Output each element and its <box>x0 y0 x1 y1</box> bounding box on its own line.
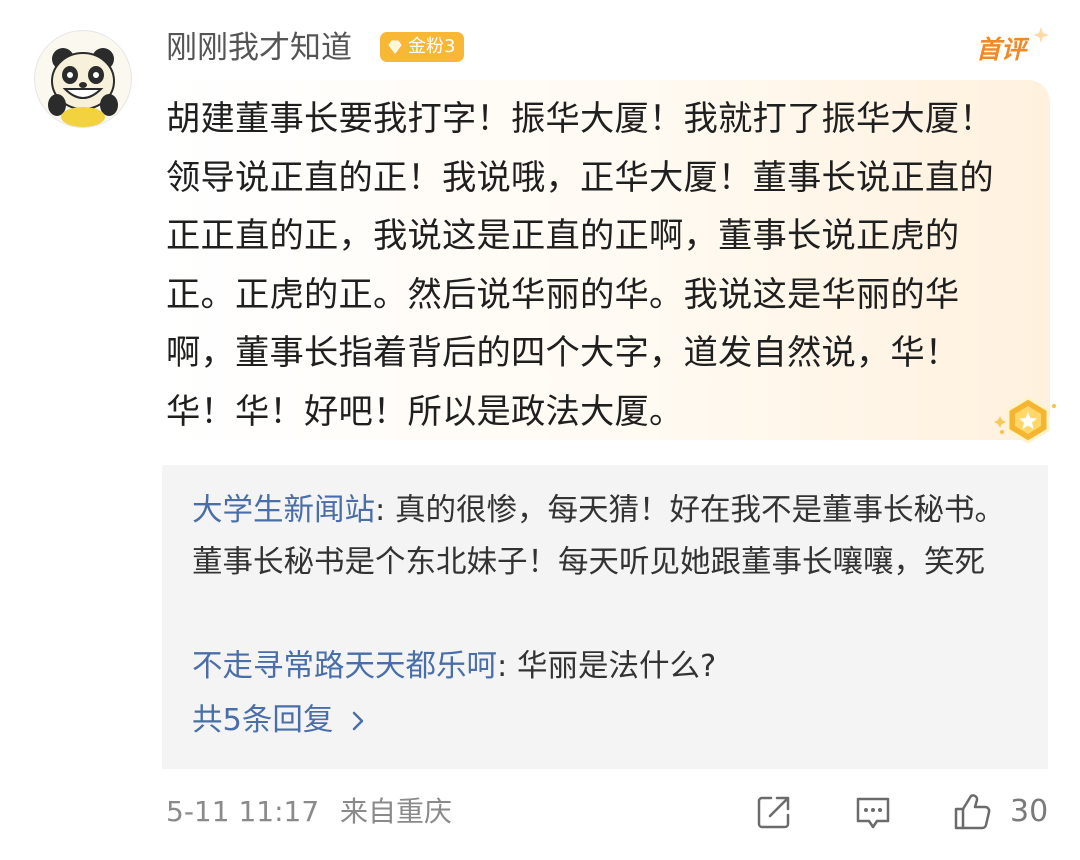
chevron-right-icon <box>353 711 364 731</box>
avatar[interactable] <box>34 30 132 128</box>
reply-item[interactable]: 大学生新闻站: 真的很惨，每天猜！好在我不是董事长秘书。董事长秘书是个东北妹子！… <box>192 485 1012 589</box>
gem-icon <box>388 40 402 54</box>
username[interactable]: 刚刚我才知道 <box>166 26 352 70</box>
reply-author[interactable]: 不走寻常路天天都乐呵 <box>192 649 497 684</box>
location: 来自重庆 <box>340 795 453 828</box>
like-count: 30 <box>1010 794 1049 829</box>
comment-meta: 5-11 11:17 来自重庆 <box>166 792 452 832</box>
reply-text: 华丽是法什么? <box>516 649 717 684</box>
sparkle-icon <box>1033 27 1049 43</box>
reply-item[interactable]: 不走寻常路天天都乐呵: 华丽是法什么? <box>192 641 1012 693</box>
medal-icon <box>994 396 1056 444</box>
reply-preview[interactable]: 大学生新闻站: 真的很惨，每天猜！好在我不是董事长秘书。董事长秘书是个东北妹子！… <box>162 465 1048 769</box>
timestamp: 5-11 11:17 <box>166 795 320 828</box>
reply-author[interactable]: 大学生新闻站 <box>192 493 375 528</box>
reply-separator: : <box>375 493 395 528</box>
fan-badge[interactable]: 金粉3 <box>380 32 465 62</box>
thumbs-up-icon[interactable] <box>952 792 992 832</box>
badge-label: 金粉3 <box>408 36 456 57</box>
first-comment-tag: 首评 <box>976 35 1027 64</box>
comment-icon[interactable] <box>853 792 893 832</box>
comment-text[interactable]: 胡建董事长要我打字！振华大厦！我就打了振华大厦！领导说正直的正！我说哦，正华大厦… <box>166 90 1028 441</box>
share-icon[interactable] <box>754 792 794 832</box>
reply-separator: : <box>497 649 517 684</box>
panda-avatar-icon <box>48 48 118 127</box>
more-replies-label: 共5条回复 <box>192 703 334 738</box>
more-replies-link[interactable]: 共5条回复 <box>192 695 369 747</box>
